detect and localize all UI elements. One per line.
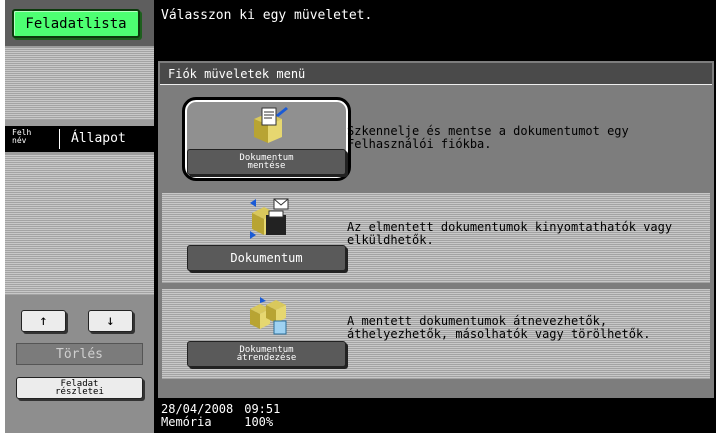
job-list-header: Felh név Állapot [5,126,154,152]
task-list-button[interactable]: Feladatlista [12,9,140,38]
option-document: Dokumentum Az elmentett dokumentumok kin… [162,193,710,283]
organize-document-description: A mentett dokumentumok átnevezhetők, áth… [347,315,650,341]
header-divider [59,129,60,149]
organize-document-button[interactable]: Dokumentum átrendezése [187,341,346,367]
description-line: elküldhetők. [347,233,434,247]
option-save-document: Dokumentum mentése Szkennelje és mentse … [162,95,710,187]
header-user-name: Felh név [12,128,32,145]
screen-frame: Feladatlista Felh név Állapot ↑ ↓ Törlés… [5,0,716,433]
save-document-description: Szkennelje és mentse a dokumentumot egy … [347,125,629,151]
job-details-label: Feladat részletei [55,379,104,397]
job-list[interactable] [5,155,154,295]
organize-documents-icon [250,297,287,335]
scroll-down-button[interactable]: ↓ [88,310,133,332]
left-panel-band [5,48,154,120]
save-to-box-icon [254,107,288,143]
left-panel-top: Feladatlista [5,0,154,46]
arrow-up-icon: ↑ [39,313,48,329]
dialog-title: Fiók müveletek menü [160,63,712,85]
account-operations-menu: Fiók müveletek menü Dokumentum mentése S… [158,61,714,398]
instruction-message: Válasszon ki egy müveletet. [161,8,373,23]
description-line: áthelyezhetők, másolhatók vagy törölhető… [347,327,651,341]
memory-label: Memória [161,415,212,429]
save-document-button[interactable]: Dokumentum mentése [187,149,346,175]
document-description: Az elmentett dokumentumok kinyomtathatók… [347,221,672,247]
document-button[interactable]: Dokumentum [187,245,346,271]
option-organize-document: Dokumentum átrendezése A mentett dokumen… [162,289,710,379]
arrow-down-icon: ↓ [106,313,115,329]
organize-document-label: Dokumentum átrendezése [236,345,297,363]
description-line: Felhasználói fiókba. [347,137,492,151]
header-status: Állapot [71,131,126,146]
scroll-up-button[interactable]: ↑ [21,310,66,332]
save-document-label: Dokumentum mentése [239,153,294,171]
left-panel: Feladatlista Felh név Állapot ↑ ↓ Törlés… [5,0,154,433]
print-send-icon [250,198,289,239]
job-details-button[interactable]: Feladat részletei [16,377,143,399]
delete-button[interactable]: Törlés [16,343,143,365]
status-bar: 28/04/2008 09:51 Memória 100% [161,403,280,429]
memory-value: 100% [244,415,274,429]
